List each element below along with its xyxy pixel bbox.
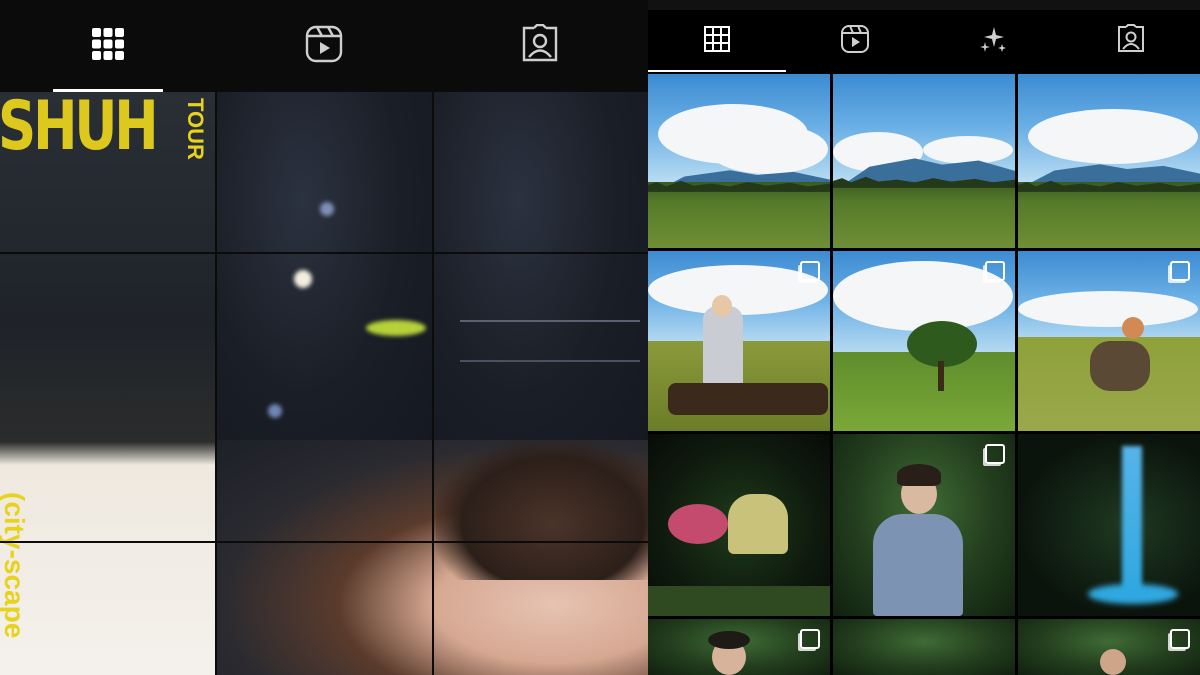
multiple-posts-icon (1170, 261, 1190, 281)
bokeh-light (320, 202, 334, 216)
sparkles-icon (978, 24, 1008, 59)
poster-main-text: SHUH (0, 87, 159, 166)
left-profile-panel: SHUH TOUR (city-scape (0, 0, 648, 675)
right-tab-reels[interactable] (786, 10, 924, 72)
post-thumbnail[interactable] (833, 619, 1015, 675)
post-thumbnail[interactable] (1018, 251, 1200, 431)
grid-divider (432, 92, 434, 675)
post-thumbnail[interactable] (833, 434, 1015, 616)
right-tab-grid[interactable] (648, 10, 786, 72)
grid-divider (215, 92, 217, 675)
portrait-hair (436, 440, 648, 580)
multiple-posts-icon (985, 261, 1005, 281)
reels-icon (840, 24, 870, 59)
post-thumbnail[interactable] (648, 434, 830, 616)
plant (728, 494, 788, 554)
person-head (1100, 649, 1126, 675)
water-pool (1088, 584, 1178, 604)
light-streak (460, 360, 640, 362)
person-hair (708, 631, 750, 649)
right-tab-sparkles[interactable] (924, 10, 1062, 72)
cloud (923, 136, 1013, 164)
grid-divider (0, 252, 648, 254)
post-thumbnail[interactable] (1018, 74, 1200, 248)
grid-icon (88, 24, 128, 69)
cloud (1018, 291, 1198, 327)
plant-leaves (668, 504, 728, 544)
left-tab-tagged[interactable] (432, 0, 648, 92)
bokeh-light (294, 270, 312, 288)
tagged-icon (1116, 23, 1146, 59)
person-head (712, 295, 732, 317)
left-profile-tabs (0, 0, 648, 92)
post-thumbnail[interactable] (1018, 619, 1200, 675)
person-hair (897, 464, 941, 486)
tree-trunk (938, 361, 944, 391)
left-tab-reels[interactable] (216, 0, 432, 92)
light-streak (460, 320, 640, 322)
person-hoodie (873, 514, 963, 616)
field (833, 181, 1015, 248)
post-thumbnail[interactable] (833, 251, 1015, 431)
multiple-posts-icon (800, 629, 820, 649)
left-tab-grid[interactable] (0, 0, 216, 92)
post-thumbnail[interactable] (648, 251, 830, 431)
status-bar-strip (648, 0, 1200, 10)
reels-icon (304, 24, 344, 69)
grid-icon (702, 24, 732, 59)
post-thumbnail[interactable] (833, 74, 1015, 248)
waterfall (1122, 446, 1142, 596)
left-post-bokeh[interactable] (216, 92, 432, 452)
right-profile-tabs (648, 10, 1200, 72)
person (703, 306, 743, 386)
left-post-dark[interactable] (432, 92, 648, 452)
person (1090, 341, 1150, 391)
poster-side-text: TOUR (183, 98, 208, 160)
post-thumbnail[interactable] (648, 619, 830, 675)
tagged-icon (520, 23, 560, 69)
grass (648, 586, 830, 616)
active-tab-indicator (648, 70, 786, 72)
person-head (1122, 317, 1144, 339)
bokeh-light (366, 320, 426, 336)
grid-divider (0, 541, 648, 543)
bokeh-light (268, 404, 282, 418)
multiple-posts-icon (800, 261, 820, 281)
cloud (708, 124, 828, 174)
multiple-posts-icon (985, 444, 1005, 464)
poster-bottom-text: (city-scape (0, 492, 30, 639)
log (668, 383, 828, 415)
cloud (1028, 109, 1198, 164)
right-profile-panel (648, 0, 1200, 675)
multiple-posts-icon (1170, 629, 1190, 649)
post-thumbnail[interactable] (1018, 434, 1200, 616)
post-thumbnail[interactable] (648, 74, 830, 248)
right-tab-tagged[interactable] (1062, 10, 1200, 72)
